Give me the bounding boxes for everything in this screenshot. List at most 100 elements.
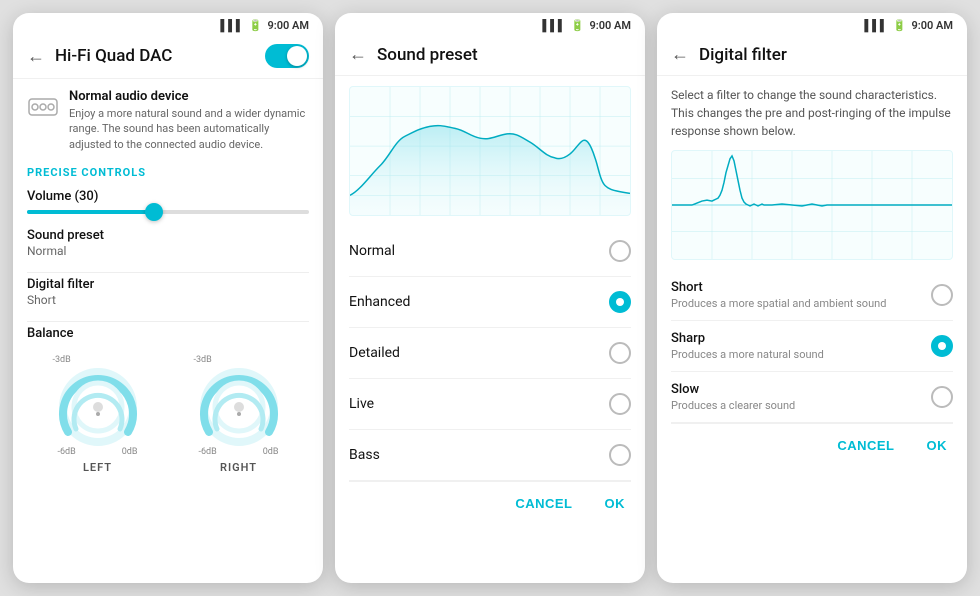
right-knob[interactable] xyxy=(199,367,279,447)
left-knob-container: -3dB -6dB 0dB xyxy=(53,355,143,474)
divider-1 xyxy=(27,272,309,273)
preset-item-detailed[interactable]: Detailed xyxy=(349,328,631,379)
filter-item-slow[interactable]: Slow Produces a clearer sound xyxy=(671,372,953,423)
preset-name-detailed: Detailed xyxy=(349,345,400,361)
preset-item-enhanced[interactable]: Enhanced xyxy=(349,277,631,328)
digital-filter-label: Digital filter xyxy=(27,277,309,292)
left-knob[interactable] xyxy=(58,367,138,447)
panel-content-2: Normal Enhanced Detailed Live Bass CANCE… xyxy=(335,76,645,583)
panel-content-1: Normal audio device Enjoy a more natural… xyxy=(13,79,323,583)
preset-radio-normal[interactable] xyxy=(609,240,631,262)
panel-title-2: Sound preset xyxy=(377,45,631,65)
filter-dialog-actions: CANCEL OK xyxy=(671,423,953,461)
filter-item-short[interactable]: Short Produces a more spatial and ambien… xyxy=(671,270,953,321)
time-display-2: 9:00 AM xyxy=(589,19,631,32)
status-bar-1: ▌▌▌ 🔋 9:00 AM xyxy=(13,13,323,38)
preset-radio-live[interactable] xyxy=(609,393,631,415)
volume-slider-track[interactable] xyxy=(27,210,309,214)
battery-icon: 🔋 xyxy=(249,19,263,32)
filter-short-text: Short Produces a more spatial and ambien… xyxy=(671,280,931,310)
back-button-1[interactable]: ← xyxy=(27,46,45,67)
preset-ok-button[interactable]: OK xyxy=(599,492,632,515)
balance-section: Balance xyxy=(27,326,309,341)
panel-header-1: ← Hi-Fi Quad DAC xyxy=(13,38,323,79)
left-db2-label: -6dB xyxy=(58,447,76,457)
device-icon xyxy=(27,91,59,123)
time-display-3: 9:00 AM xyxy=(911,19,953,32)
battery-icon-2: 🔋 xyxy=(571,19,585,32)
signal-icon-2: ▌▌▌ xyxy=(542,19,565,32)
volume-slider-fill xyxy=(27,210,154,214)
divider-2 xyxy=(27,321,309,322)
status-bar-2: ▌▌▌ 🔋 9:00 AM xyxy=(335,13,645,38)
panel-hifi-dac: ▌▌▌ 🔋 9:00 AM ← Hi-Fi Quad DAC Normal au… xyxy=(13,13,323,583)
device-info: Normal audio device Enjoy a more natural… xyxy=(27,89,309,152)
preset-list: Normal Enhanced Detailed Live Bass xyxy=(349,226,631,481)
panel-header-3: ← Digital filter xyxy=(657,38,967,76)
preset-name-enhanced: Enhanced xyxy=(349,294,410,310)
volume-label: Volume (30) xyxy=(27,189,309,204)
sound-preset-row[interactable]: Sound preset Normal xyxy=(27,228,309,258)
preset-item-bass[interactable]: Bass xyxy=(349,430,631,481)
right-knob-container: -3dB -6dB 0dB RIGHT xyxy=(194,355,284,474)
right-channel-label: RIGHT xyxy=(220,461,257,474)
left-db1-label: -3dB xyxy=(53,355,71,365)
preset-item-normal[interactable]: Normal xyxy=(349,226,631,277)
time-display-1: 9:00 AM xyxy=(267,19,309,32)
preset-dialog-actions: CANCEL OK xyxy=(349,481,631,519)
left-knob-labels: -3dB xyxy=(53,355,143,365)
filter-sharp-text: Sharp Produces a more natural sound xyxy=(671,331,931,361)
status-bar-3: ▌▌▌ 🔋 9:00 AM xyxy=(657,13,967,38)
right-db3-label: 0dB xyxy=(263,447,279,457)
balance-row: -3dB -6dB 0dB xyxy=(27,355,309,474)
right-knob-labels: -3dB xyxy=(194,355,284,365)
preset-name-normal: Normal xyxy=(349,243,395,259)
right-db1-label: -3dB xyxy=(194,355,212,365)
left-db3-label: 0dB xyxy=(122,447,138,457)
digital-filter-value: Short xyxy=(27,293,309,307)
preset-item-live[interactable]: Live xyxy=(349,379,631,430)
panel-header-2: ← Sound preset xyxy=(335,38,645,76)
device-text: Normal audio device Enjoy a more natural… xyxy=(69,89,309,152)
filter-slow-desc: Produces a clearer sound xyxy=(671,399,931,412)
left-bottom-labels: -6dB 0dB xyxy=(58,447,138,457)
sound-preset-chart xyxy=(349,86,631,216)
digital-filter-row[interactable]: Digital filter Short xyxy=(27,277,309,307)
balance-label: Balance xyxy=(27,326,309,341)
filter-description: Select a filter to change the sound char… xyxy=(671,86,953,140)
filter-sharp-name: Sharp xyxy=(671,331,931,346)
right-bottom-labels: -6dB 0dB xyxy=(199,447,279,457)
filter-item-sharp[interactable]: Sharp Produces a more natural sound xyxy=(671,321,953,372)
preset-radio-enhanced[interactable] xyxy=(609,291,631,313)
right-db2-label: -6dB xyxy=(199,447,217,457)
filter-short-desc: Produces a more spatial and ambient soun… xyxy=(671,297,931,310)
preset-radio-bass[interactable] xyxy=(609,444,631,466)
filter-radio-short[interactable] xyxy=(931,284,953,306)
hifi-toggle[interactable] xyxy=(265,44,309,68)
impulse-response-chart xyxy=(671,150,953,260)
volume-slider-thumb[interactable] xyxy=(145,203,163,221)
signal-icon: ▌▌▌ xyxy=(220,19,243,32)
volume-control: Volume (30) xyxy=(27,189,309,214)
preset-name-bass: Bass xyxy=(349,447,380,463)
section-label-precise: pReCiSE CONTROLS xyxy=(27,166,309,179)
left-channel-label: LEFT xyxy=(83,461,112,474)
preset-cancel-button[interactable]: CANCEL xyxy=(509,492,578,515)
filter-slow-text: Slow Produces a clearer sound xyxy=(671,382,931,412)
filter-ok-button[interactable]: OK xyxy=(921,434,954,457)
panel-content-3: Select a filter to change the sound char… xyxy=(657,76,967,583)
device-desc: Enjoy a more natural sound and a wider d… xyxy=(69,106,309,152)
preset-radio-detailed[interactable] xyxy=(609,342,631,364)
battery-icon-3: 🔋 xyxy=(893,19,907,32)
preset-name-live: Live xyxy=(349,396,374,412)
sound-preset-label: Sound preset xyxy=(27,228,309,243)
back-button-3[interactable]: ← xyxy=(671,44,689,65)
signal-icon-3: ▌▌▌ xyxy=(864,19,887,32)
sound-preset-value: Normal xyxy=(27,244,309,258)
filter-cancel-button[interactable]: CANCEL xyxy=(831,434,900,457)
panel-title-1: Hi-Fi Quad DAC xyxy=(55,46,265,66)
filter-radio-sharp[interactable] xyxy=(931,335,953,357)
back-button-2[interactable]: ← xyxy=(349,44,367,65)
filter-radio-slow[interactable] xyxy=(931,386,953,408)
filter-sharp-desc: Produces a more natural sound xyxy=(671,348,931,361)
